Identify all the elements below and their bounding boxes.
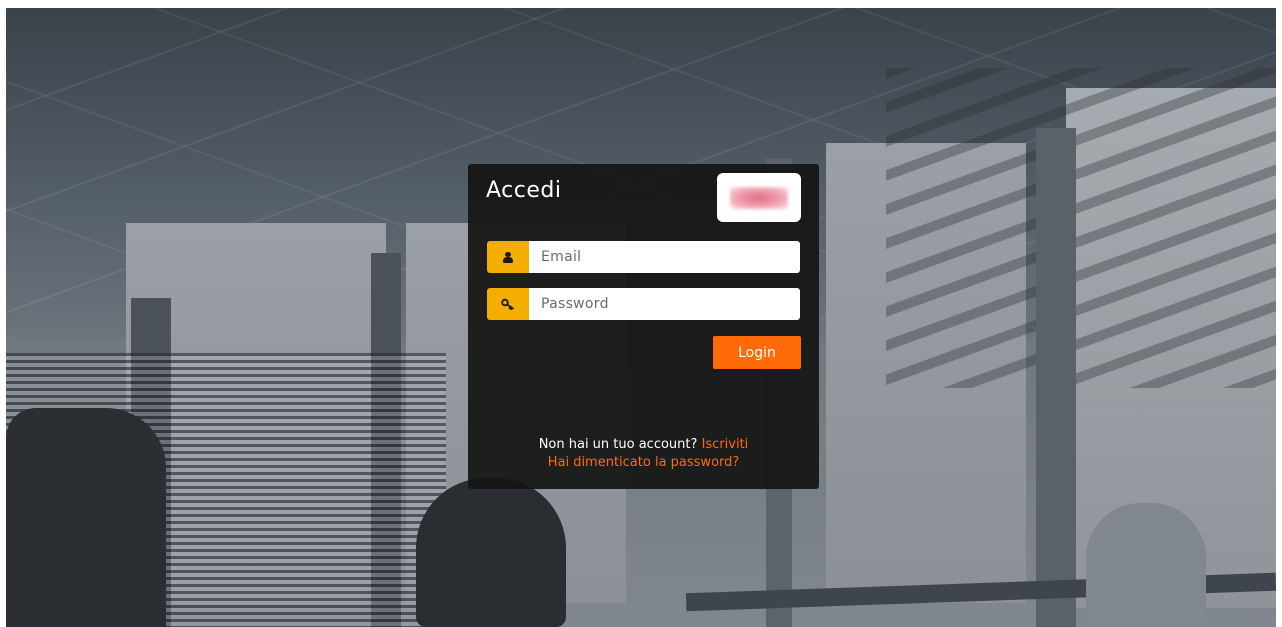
key-icon <box>487 288 529 320</box>
email-input[interactable] <box>529 241 800 273</box>
signup-link[interactable]: Iscriviti <box>702 437 749 452</box>
login-footer: Non hai un tuo account? Iscriviti Hai di… <box>468 436 819 472</box>
logo-image <box>730 186 788 209</box>
user-icon <box>487 241 529 273</box>
no-account-text: Non hai un tuo account? <box>538 437 698 452</box>
login-button[interactable]: Login <box>713 336 801 369</box>
light-stripes <box>886 68 1276 388</box>
email-field-group <box>487 241 800 273</box>
page-title: Accedi <box>486 178 562 203</box>
password-input[interactable] <box>529 288 800 320</box>
signup-line: Non hai un tuo account? Iscriviti <box>468 436 819 454</box>
forgot-line: Hai dimenticato la password? <box>468 454 819 472</box>
person-silhouette <box>1086 503 1206 627</box>
password-field-group <box>487 288 800 320</box>
login-card: Accedi Login Non hai un tuo account? Isc… <box>468 164 819 489</box>
window-mullion <box>1036 128 1076 627</box>
person-silhouette <box>416 478 566 627</box>
forgot-password-link[interactable]: Hai dimenticato la password? <box>548 455 740 470</box>
person-silhouette <box>6 408 166 627</box>
logo <box>717 173 801 222</box>
